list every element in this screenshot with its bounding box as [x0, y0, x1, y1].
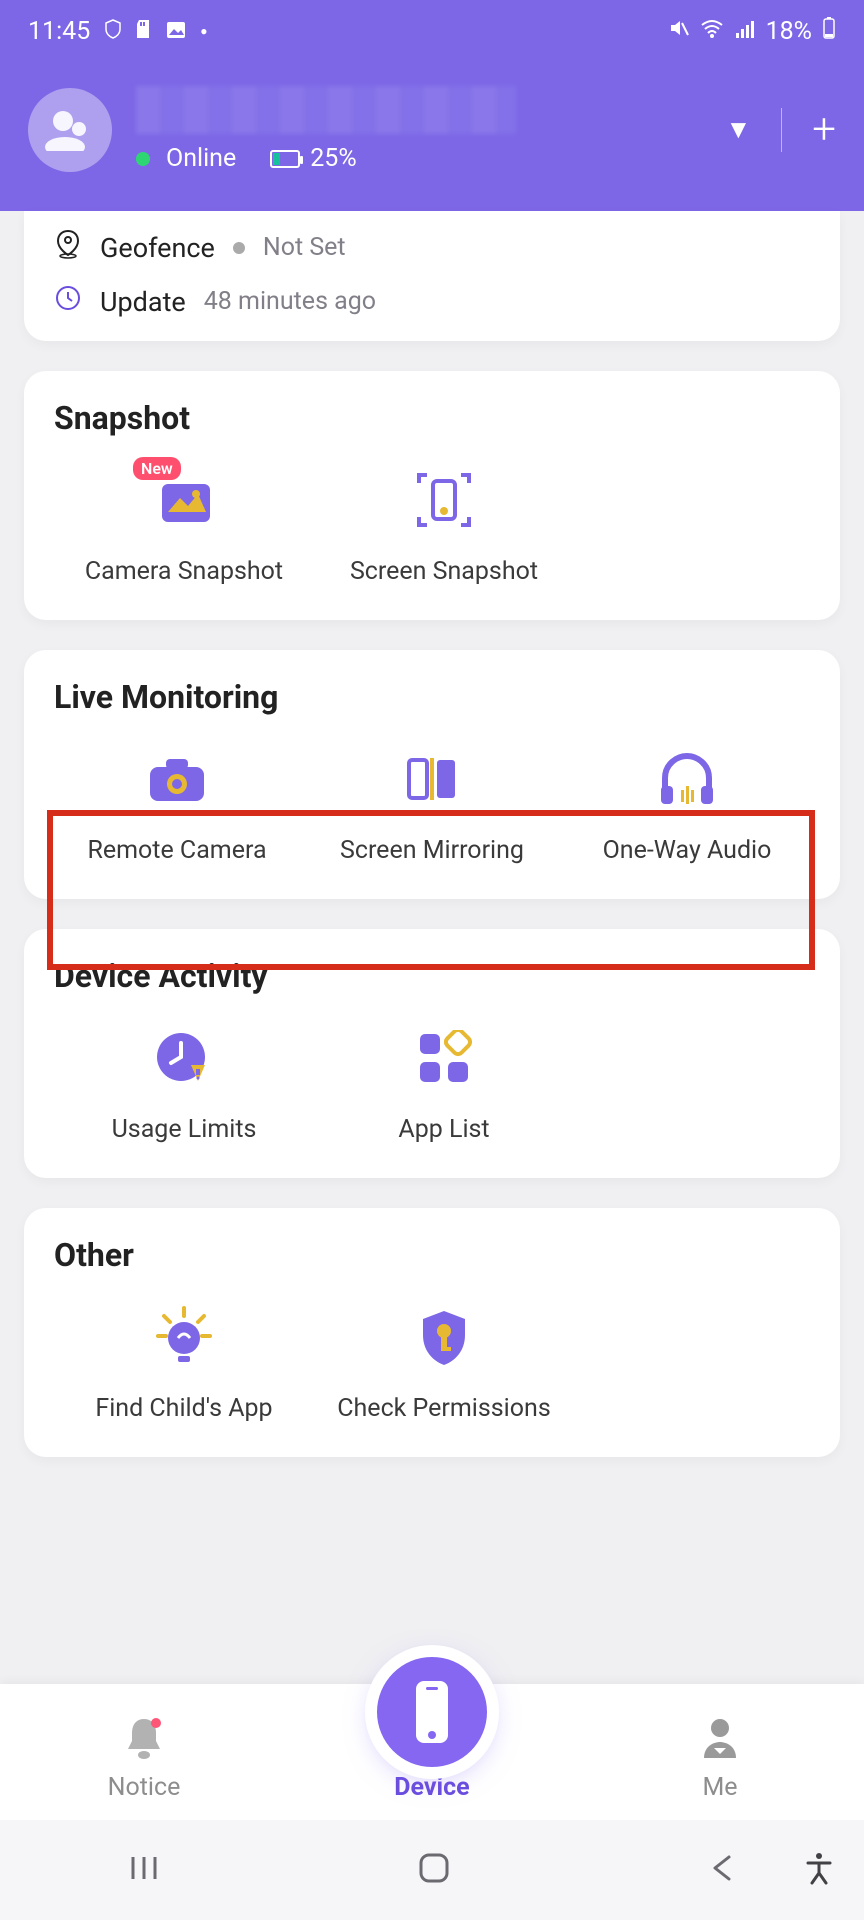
mirror-icon — [399, 746, 465, 812]
info-card: Geofence Not Set Update 48 minutes ago — [24, 211, 840, 341]
screen-snapshot-item[interactable]: Screen Snapshot — [314, 467, 574, 586]
online-dot-icon — [136, 152, 150, 166]
usage-limits-label: Usage Limits — [112, 1115, 257, 1144]
nav-device[interactable]: Device — [317, 1703, 547, 1802]
nav-me[interactable]: Me — [605, 1711, 835, 1802]
accessibility-button[interactable] — [804, 1851, 834, 1889]
sdcard-icon — [136, 17, 152, 46]
device-name-redacted — [136, 86, 516, 134]
camera-snapshot-item[interactable]: New Camera Snapshot — [54, 467, 314, 586]
other-card: Other Find Child's App Check Permissions — [24, 1208, 840, 1457]
update-value: 48 minutes ago — [204, 287, 376, 316]
location-icon — [54, 229, 82, 266]
image-icon — [166, 17, 186, 46]
app-list-label: App List — [398, 1115, 489, 1144]
wifi-icon — [700, 17, 724, 46]
find-child-app-label: Find Child's App — [95, 1394, 272, 1423]
camera-icon — [144, 746, 210, 812]
dot-icon — [233, 242, 245, 254]
mute-icon — [668, 17, 690, 46]
shield-key-icon — [411, 1304, 477, 1370]
app-grid-icon — [411, 1025, 477, 1091]
screen-snapshot-icon — [411, 467, 477, 533]
add-device-button[interactable]: + — [812, 105, 836, 154]
live-title: Live Monitoring — [54, 678, 810, 716]
recent-apps-button[interactable] — [127, 1851, 161, 1889]
signal-icon — [734, 17, 756, 46]
clock-limit-icon — [151, 1025, 217, 1091]
headphones-icon — [654, 746, 720, 812]
usage-limits-item[interactable]: Usage Limits — [54, 1025, 314, 1144]
android-statusbar: 11:45 ● 18% — [0, 0, 864, 62]
remote-camera-item[interactable]: Remote Camera — [54, 746, 300, 865]
device-activity-card: Device Activity Usage Limits App List — [24, 929, 840, 1178]
android-system-nav — [0, 1820, 864, 1920]
screen-snapshot-label: Screen Snapshot — [350, 557, 538, 586]
check-permissions-item[interactable]: Check Permissions — [314, 1304, 574, 1423]
nav-me-label: Me — [605, 1773, 835, 1802]
statusbar-battery-text: 18% — [766, 17, 812, 46]
app-list-item[interactable]: App List — [314, 1025, 574, 1144]
camera-snapshot-label: Camera Snapshot — [85, 557, 283, 586]
one-way-audio-label: One-Way Audio — [603, 836, 772, 865]
home-button[interactable] — [416, 1850, 452, 1890]
nav-device-label: Device — [317, 1773, 547, 1802]
bulb-icon — [151, 1304, 217, 1370]
new-badge: New — [133, 457, 181, 480]
battery-icon — [822, 16, 836, 47]
geofence-label: Geofence — [100, 232, 215, 264]
battery-mini-icon — [270, 150, 300, 168]
online-label: Online — [166, 144, 236, 173]
snapshot-title: Snapshot — [54, 399, 810, 437]
other-title: Other — [54, 1236, 810, 1274]
one-way-audio-item[interactable]: One-Way Audio — [564, 746, 810, 865]
remote-camera-label: Remote Camera — [87, 836, 266, 865]
shield-icon — [104, 17, 122, 46]
more-icon: ● — [200, 24, 207, 38]
bottom-nav: Notice Device Me — [0, 1684, 864, 1820]
geofence-value: Not Set — [263, 233, 346, 262]
geofence-row[interactable]: Geofence Not Set — [54, 229, 810, 266]
activity-title: Device Activity — [54, 957, 810, 995]
statusbar-time: 11:45 — [28, 17, 90, 46]
avatar[interactable] — [28, 88, 112, 172]
bell-icon — [29, 1711, 259, 1765]
device-battery: 25% — [310, 144, 356, 173]
divider — [781, 108, 782, 152]
device-fab-icon — [377, 1657, 487, 1767]
update-row[interactable]: Update 48 minutes ago — [54, 284, 810, 319]
screen-mirroring-item[interactable]: Screen Mirroring — [309, 746, 555, 865]
device-dropdown[interactable]: ▼ — [726, 114, 752, 145]
app-header: Online 25% ▼ + — [0, 62, 864, 211]
update-label: Update — [100, 286, 186, 318]
nav-notice-label: Notice — [29, 1773, 259, 1802]
camera-snapshot-icon: New — [151, 467, 217, 533]
live-monitoring-card: Live Monitoring Remote Camera Screen Mir… — [24, 650, 840, 899]
clock-icon — [54, 284, 82, 319]
nav-notice[interactable]: Notice — [29, 1711, 259, 1802]
person-icon — [605, 1711, 835, 1765]
screen-mirroring-label: Screen Mirroring — [340, 836, 524, 865]
check-permissions-label: Check Permissions — [337, 1394, 550, 1423]
find-child-app-item[interactable]: Find Child's App — [54, 1304, 314, 1423]
back-button[interactable] — [707, 1851, 737, 1889]
snapshot-card: Snapshot New Camera Snapshot Screen Snap… — [24, 371, 840, 620]
